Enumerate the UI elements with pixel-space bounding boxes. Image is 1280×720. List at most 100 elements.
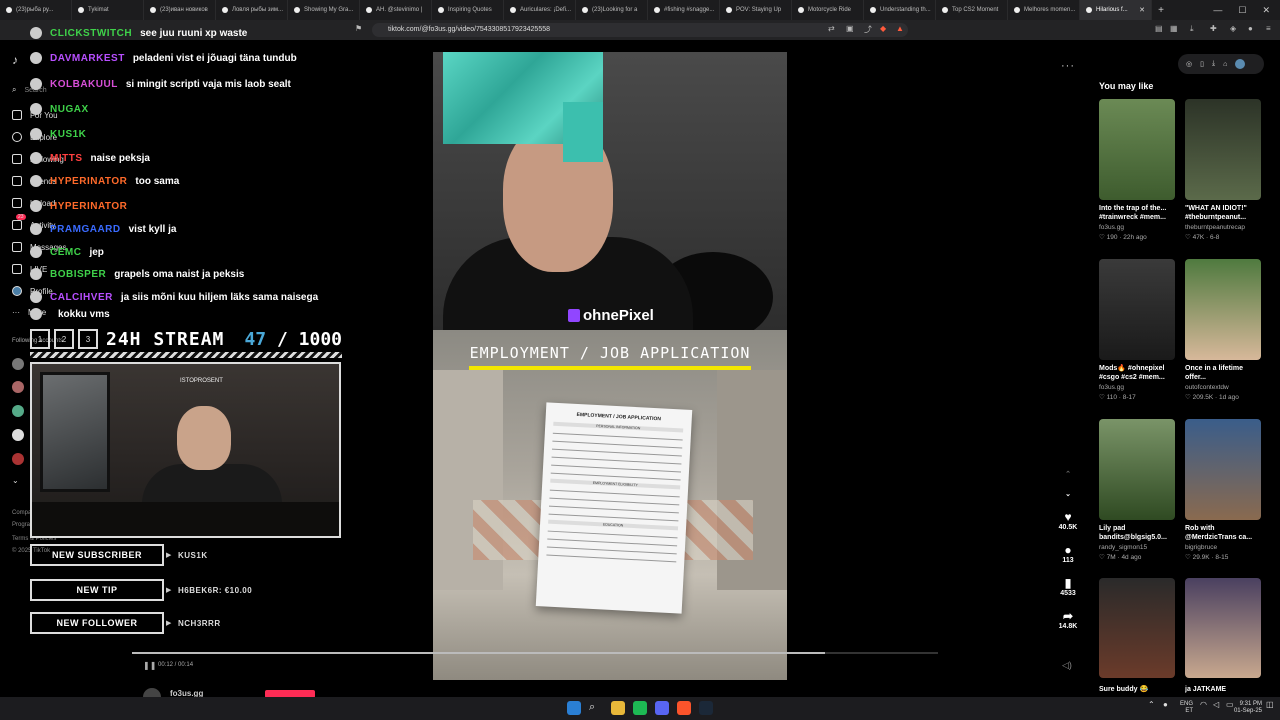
like-button[interactable]: ♥ 40.5K (1058, 510, 1078, 531)
recommend-author[interactable]: bigrigbruce (1185, 544, 1261, 551)
discord-icon[interactable] (655, 701, 669, 715)
share-button[interactable]: ➦ 14.8K (1058, 609, 1078, 630)
recommend-author[interactable]: fo3us.gg (1099, 224, 1175, 231)
recommend-title[interactable]: Sure buddy 😂 (1099, 685, 1175, 695)
recommend-card[interactable]: Once in a lifetime offer... outofcontextd… (1185, 259, 1261, 401)
recommend-title[interactable]: Once in a lifetime offer... (1185, 364, 1261, 382)
comment-button[interactable]: ● 113 (1058, 543, 1078, 564)
user-avatar-icon[interactable] (1235, 59, 1246, 69)
download-app-icon[interactable]: ⤓ (1212, 60, 1215, 68)
browser-tab[interactable]: Auriculares: ¡Defi... (504, 0, 576, 20)
recommend-card[interactable]: Rob with @MerdzicTrans ca... bigrigbruce ♡… (1185, 419, 1261, 561)
following-avatar-3[interactable] (12, 405, 24, 417)
browser-tab[interactable]: Showing My Gra... (288, 0, 360, 20)
browser-tab[interactable]: Ловля рыбы зим... (216, 0, 288, 20)
tray-chevron-icon[interactable]: ⌃ (1148, 701, 1155, 709)
sidebar-toggle-icon[interactable]: ▤ (1155, 24, 1163, 33)
new-tab-button[interactable]: + (1152, 5, 1170, 16)
browser-tab[interactable]: Motorcycle Ride (792, 0, 864, 20)
recommend-title[interactable]: Mods🔥 #ohnepixel #csgo #cs2 #mem... (1099, 364, 1175, 382)
search-icon[interactable]: ⌕ (589, 701, 603, 715)
phone-icon[interactable]: ▯ (1200, 60, 1204, 68)
speaker-icon[interactable]: ◁ (1213, 701, 1219, 709)
extension-icon[interactable]: ▣ (846, 24, 854, 33)
browser-tab[interactable]: Hilarious f... ✕ (1080, 0, 1152, 20)
previous-video-icon[interactable]: ⌃ (1058, 470, 1078, 478)
close-window-icon[interactable]: ✕ (1262, 5, 1270, 16)
minimize-icon[interactable]: — (1213, 5, 1222, 15)
recommend-thumbnail[interactable] (1185, 259, 1261, 360)
wifi-icon[interactable]: ◠ (1200, 701, 1207, 709)
following-avatar-1[interactable] (12, 358, 24, 370)
maximize-icon[interactable]: ☐ (1238, 5, 1246, 16)
tray-mic-icon[interactable]: ● (1163, 701, 1168, 709)
recommend-title[interactable]: Rob with @MerdzicTrans ca... (1185, 524, 1261, 542)
recommend-card[interactable]: Mods🔥 #ohnepixel #csgo #cs2 #mem... fo3us… (1099, 259, 1175, 401)
download-icon[interactable]: ⤓ (1190, 24, 1194, 34)
recommend-card[interactable]: Into the trap of the... #trainwreck #mem… (1099, 99, 1175, 241)
recommend-thumbnail[interactable] (1185, 99, 1261, 200)
volume-icon[interactable]: ◁) (1062, 660, 1072, 671)
translate-icon[interactable]: ⇄ (828, 24, 835, 33)
pause-icon[interactable]: ❚❚ (143, 661, 156, 670)
recommend-thumbnail[interactable] (1099, 578, 1175, 678)
next-video-icon[interactable]: ⌄ (1058, 490, 1078, 498)
save-button[interactable]: ▮ 4533 (1058, 576, 1078, 597)
chevron-down-icon[interactable]: ⌄ (12, 476, 19, 485)
clock[interactable]: 9:31 PM 01-Sep-25 (1232, 701, 1262, 715)
following-avatar-2[interactable] (12, 381, 24, 393)
recommend-author[interactable]: outofcontextdw (1185, 384, 1261, 391)
extensions-icon[interactable]: ✚ (1210, 24, 1217, 33)
windows-start-icon[interactable] (567, 701, 581, 715)
inbox-icon[interactable]: ⌂ (1223, 61, 1227, 68)
recommend-title[interactable]: "WHAT AN IDIOT!" #theburntpeanut... (1185, 204, 1261, 222)
file-explorer-icon[interactable] (611, 701, 625, 715)
close-tab-icon[interactable]: ✕ (1139, 6, 1145, 14)
browser-tab[interactable]: Understanding th... (864, 0, 936, 20)
recommend-card[interactable]: "WHAT AN IDIOT!" #theburntpeanut... thebu… (1185, 99, 1261, 241)
recommend-author[interactable]: theburntpeanutrecap (1185, 224, 1261, 231)
recommend-thumbnail[interactable] (1099, 419, 1175, 520)
browser-tab[interactable]: Tykimat (72, 0, 144, 20)
browser-tab[interactable]: Top CS2 Moment (936, 0, 1008, 20)
recommend-author[interactable]: randy_sigmon15 (1099, 544, 1175, 551)
menu-icon[interactable]: ≡ (1266, 24, 1271, 33)
browser-tab[interactable]: POV: Staying Up (720, 0, 792, 20)
following-avatar-5[interactable] (12, 453, 24, 465)
language-indicator[interactable]: ENG ET (1180, 701, 1193, 715)
recommend-title[interactable]: Into the trap of the... #trainwreck #mem… (1099, 204, 1175, 222)
recommend-card[interactable]: Sure buddy 😂 (1099, 578, 1175, 695)
following-avatar-4[interactable] (12, 429, 24, 441)
browser-tab[interactable]: #fishing #snagge... (648, 0, 720, 20)
recommend-thumbnail[interactable] (1185, 578, 1261, 678)
recommend-thumbnail[interactable] (1099, 99, 1175, 200)
recommend-thumbnail[interactable] (1099, 259, 1175, 360)
vpn-icon[interactable]: ◈ (1230, 24, 1236, 33)
bookmark-icon[interactable]: ⚑ (355, 24, 362, 33)
recommend-title[interactable]: Lily pad bandits@blgsig5.0... (1099, 524, 1175, 542)
browser-tab[interactable]: (23)Looking for a (576, 0, 648, 20)
profile-icon[interactable]: ● (1248, 24, 1253, 33)
browser-tab[interactable]: Inspiring Quotes (432, 0, 504, 20)
recommend-card[interactable]: ja JATKAME (1185, 578, 1261, 695)
recommend-title[interactable]: ja JATKAME (1185, 685, 1261, 695)
browser-tab[interactable]: Melhores momen... (1008, 0, 1080, 20)
app-icon[interactable] (633, 701, 647, 715)
browser-tab[interactable]: (23)иван новиков (144, 0, 216, 20)
browser-tab[interactable]: (23)рыба ру... (0, 0, 72, 20)
brave-rewards-icon[interactable]: ▲ (896, 24, 904, 33)
recommend-thumbnail[interactable] (1185, 419, 1261, 520)
video-progress-bar[interactable] (132, 652, 938, 654)
steam-icon[interactable] (699, 701, 713, 715)
recommend-card[interactable]: Lily pad bandits@blgsig5.0... randy_sigmo… (1099, 419, 1175, 561)
wallet-icon[interactable]: ▦ (1170, 24, 1178, 33)
coin-icon[interactable]: ◎ (1186, 60, 1192, 68)
brave-browser-icon[interactable] (677, 701, 691, 715)
tiktok-logo[interactable]: ♪ (12, 53, 18, 67)
share-icon[interactable]: ⤴ (864, 24, 872, 35)
more-options-icon[interactable]: ··· (1061, 60, 1075, 72)
brave-shield-icon[interactable]: ◆ (880, 24, 886, 33)
video-player[interactable]: ohnePixel EMPLOYMENT / JOB APPLICATION E… (433, 52, 787, 680)
recommend-author[interactable]: fo3us.gg (1099, 384, 1175, 391)
browser-tab[interactable]: AH. @stevinimo | (360, 0, 432, 20)
